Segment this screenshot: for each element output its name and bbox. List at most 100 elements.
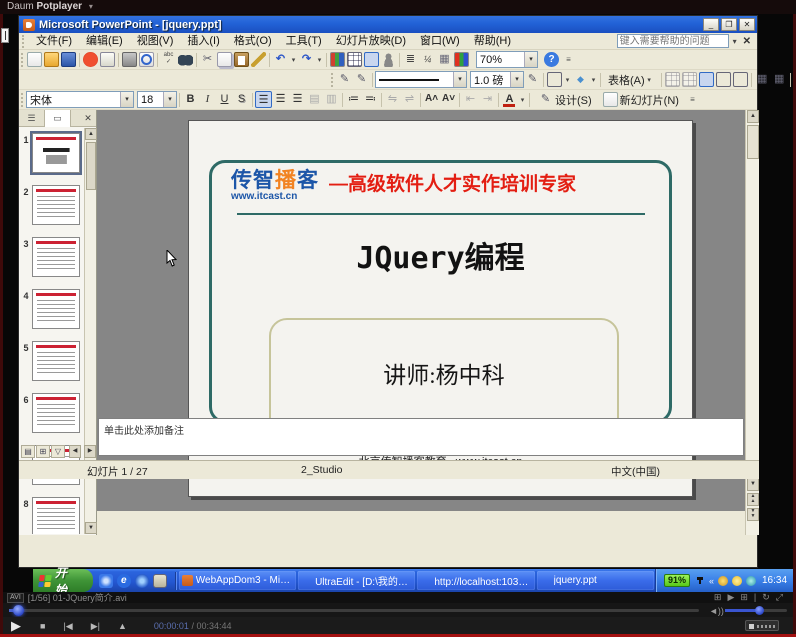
border-dropdown-icon[interactable]: ▾ [563,76,572,84]
taskbar-task-button[interactable]: http://localhost:1039/练... [417,571,534,590]
find-icon[interactable] [178,52,193,67]
zoom-combobox[interactable]: 70% ▾ [476,51,538,68]
panel-scroll-down-icon[interactable]: ▼ [85,522,97,534]
playlist-toggle-icon[interactable]: ⊞ [714,592,722,603]
player-corner-button[interactable] [745,620,779,631]
normal-view-button[interactable]: ▤ [21,445,35,458]
menu-item[interactable]: 编辑(E) [79,33,130,49]
taskbar-task-button[interactable]: jquery.ppt [537,571,654,590]
tab-slides[interactable]: ▭ [45,110,71,127]
menu-item[interactable]: 幻灯片放映(D) [329,33,413,49]
increase-font-button[interactable]: A˄ [423,91,440,108]
cut-icon[interactable] [200,52,215,67]
messenger-tray-icon[interactable] [732,576,742,586]
decrease-font-button[interactable]: A˅ [440,91,457,108]
merge-cells-icon[interactable] [665,72,680,87]
text-direction-button[interactable]: ⇋ [384,91,401,108]
format-painter-icon[interactable] [251,52,266,67]
underline-button[interactable]: U [216,91,233,108]
numbering-button[interactable]: ≔ [345,91,362,108]
volume-slider[interactable] [725,609,787,612]
spelling-icon[interactable]: abc✓ [161,52,176,67]
open-eject-button[interactable]: ▲ [118,618,127,634]
align-right-button[interactable]: ☰ [289,91,306,108]
scroll-down-icon[interactable]: ▼ [747,478,759,491]
show-formatting-icon[interactable] [420,52,435,67]
slide-sorter-button[interactable]: ⊞ [36,445,50,458]
seek-thumb[interactable] [13,605,24,616]
distribute-rows-icon[interactable] [755,72,770,87]
menu-item[interactable]: 窗口(W) [413,33,467,49]
save-icon[interactable] [61,52,76,67]
previous-button[interactable]: |◀ [63,618,72,634]
split-cells-icon[interactable] [682,72,697,87]
quick-launch-ie-icon[interactable]: e [117,574,131,588]
play-mode-icon[interactable]: ▶ [727,592,734,603]
align-bottom-icon[interactable] [733,72,748,87]
new-slide-button[interactable]: 新幻灯片(N) [597,91,684,109]
slideshow-button[interactable]: ▽ [51,445,65,458]
new-icon[interactable] [27,52,42,67]
taskbar-task-button[interactable]: WebAppDom3 - Microsof... [179,571,296,590]
toolbar-grip[interactable] [21,53,24,67]
distribute-text-button[interactable]: ▤ [306,91,323,108]
taskbar-clock[interactable]: 16:34 [762,575,787,586]
quick-launch-msn-icon[interactable] [135,574,149,588]
open-icon[interactable] [44,52,59,67]
slide-thumbnail[interactable] [32,185,80,225]
undo-icon[interactable] [273,52,288,67]
undo-dropdown-icon[interactable]: ▾ [289,56,298,64]
repeat-icon[interactable]: ↻ [762,592,770,603]
minimize-button[interactable]: _ [703,18,719,31]
scroll-up-icon[interactable]: ▲ [747,110,759,123]
expand-all-icon[interactable] [403,52,418,67]
align-left-button[interactable]: ☰ [255,91,272,108]
font-size-dropdown-icon[interactable]: ▾ [163,92,176,107]
line-style-combobox[interactable]: ▾ [375,71,467,88]
close-button[interactable]: ✕ [739,18,755,31]
slide-thumbnail-row[interactable]: 1 [20,133,85,180]
print-preview-icon[interactable] [139,52,154,67]
ppt-titlebar[interactable]: Microsoft PowerPoint - [jquery.ppt] _ ❐ … [19,16,757,33]
previous-slide-button[interactable]: ▲▲ [747,493,759,506]
paste-icon[interactable] [234,52,249,67]
tables-and-borders-icon[interactable] [364,52,379,67]
slide-thumbnail-row[interactable]: 3 [20,237,85,284]
align-top-icon[interactable] [699,72,714,87]
zoom-dropdown-icon[interactable]: ▾ [524,52,537,67]
eraser-icon[interactable] [354,72,369,87]
slide-thumbnail-row[interactable]: 4 [20,289,85,336]
taskbar-task-button[interactable]: UltraEdit - [D:\我的文档... [298,571,415,590]
hscroll-right-icon[interactable]: ▶ [84,445,96,458]
toolbar-options-icon[interactable]: ≡ [561,52,576,67]
slide-thumbnail-row[interactable]: 2 [20,185,85,232]
center-vertically-icon[interactable] [716,72,731,87]
slide-thumbnail-row[interactable]: 5 [20,341,85,388]
fill-color-icon[interactable] [573,72,588,87]
line-weight-dropdown-icon[interactable]: ▾ [510,72,523,87]
player-titlebar[interactable]: Daum Potplayer ▾ [0,0,796,14]
italic-button[interactable]: I [199,91,216,108]
decrease-indent-button[interactable]: ⇤ [462,91,479,108]
line-weight-combobox[interactable]: 1.0 磅 ▾ [470,71,524,88]
quick-launch-media-icon[interactable] [99,574,113,588]
show-desktop-icon[interactable] [153,574,167,588]
copy-icon[interactable] [217,52,232,67]
menubar-close-icon[interactable]: ✕ [741,36,757,47]
menubar-grip[interactable] [22,35,26,48]
fill-dropdown-icon[interactable]: ▾ [589,76,598,84]
key-tray-icon[interactable] [718,576,728,586]
bold-button[interactable]: B [182,91,199,108]
volume-speaker-icon[interactable]: ◄)) [709,606,724,616]
slide-thumbnail-row[interactable]: 6 [20,393,85,440]
tab-outline[interactable]: ☰ [19,110,45,127]
panel-toggle-icon[interactable]: ⊞ [740,592,748,603]
panel-scroll-thumb[interactable] [86,142,96,190]
seek-bar[interactable] [9,609,699,612]
toolbar-options-icon[interactable]: ≡ [685,92,700,107]
panel-close-icon[interactable]: ✕ [80,110,96,126]
toolbar-grip[interactable] [21,93,24,107]
insert-chart-icon[interactable] [330,52,345,67]
redo-dropdown-icon[interactable]: ▾ [315,56,324,64]
slide-thumbnail[interactable] [32,237,80,277]
